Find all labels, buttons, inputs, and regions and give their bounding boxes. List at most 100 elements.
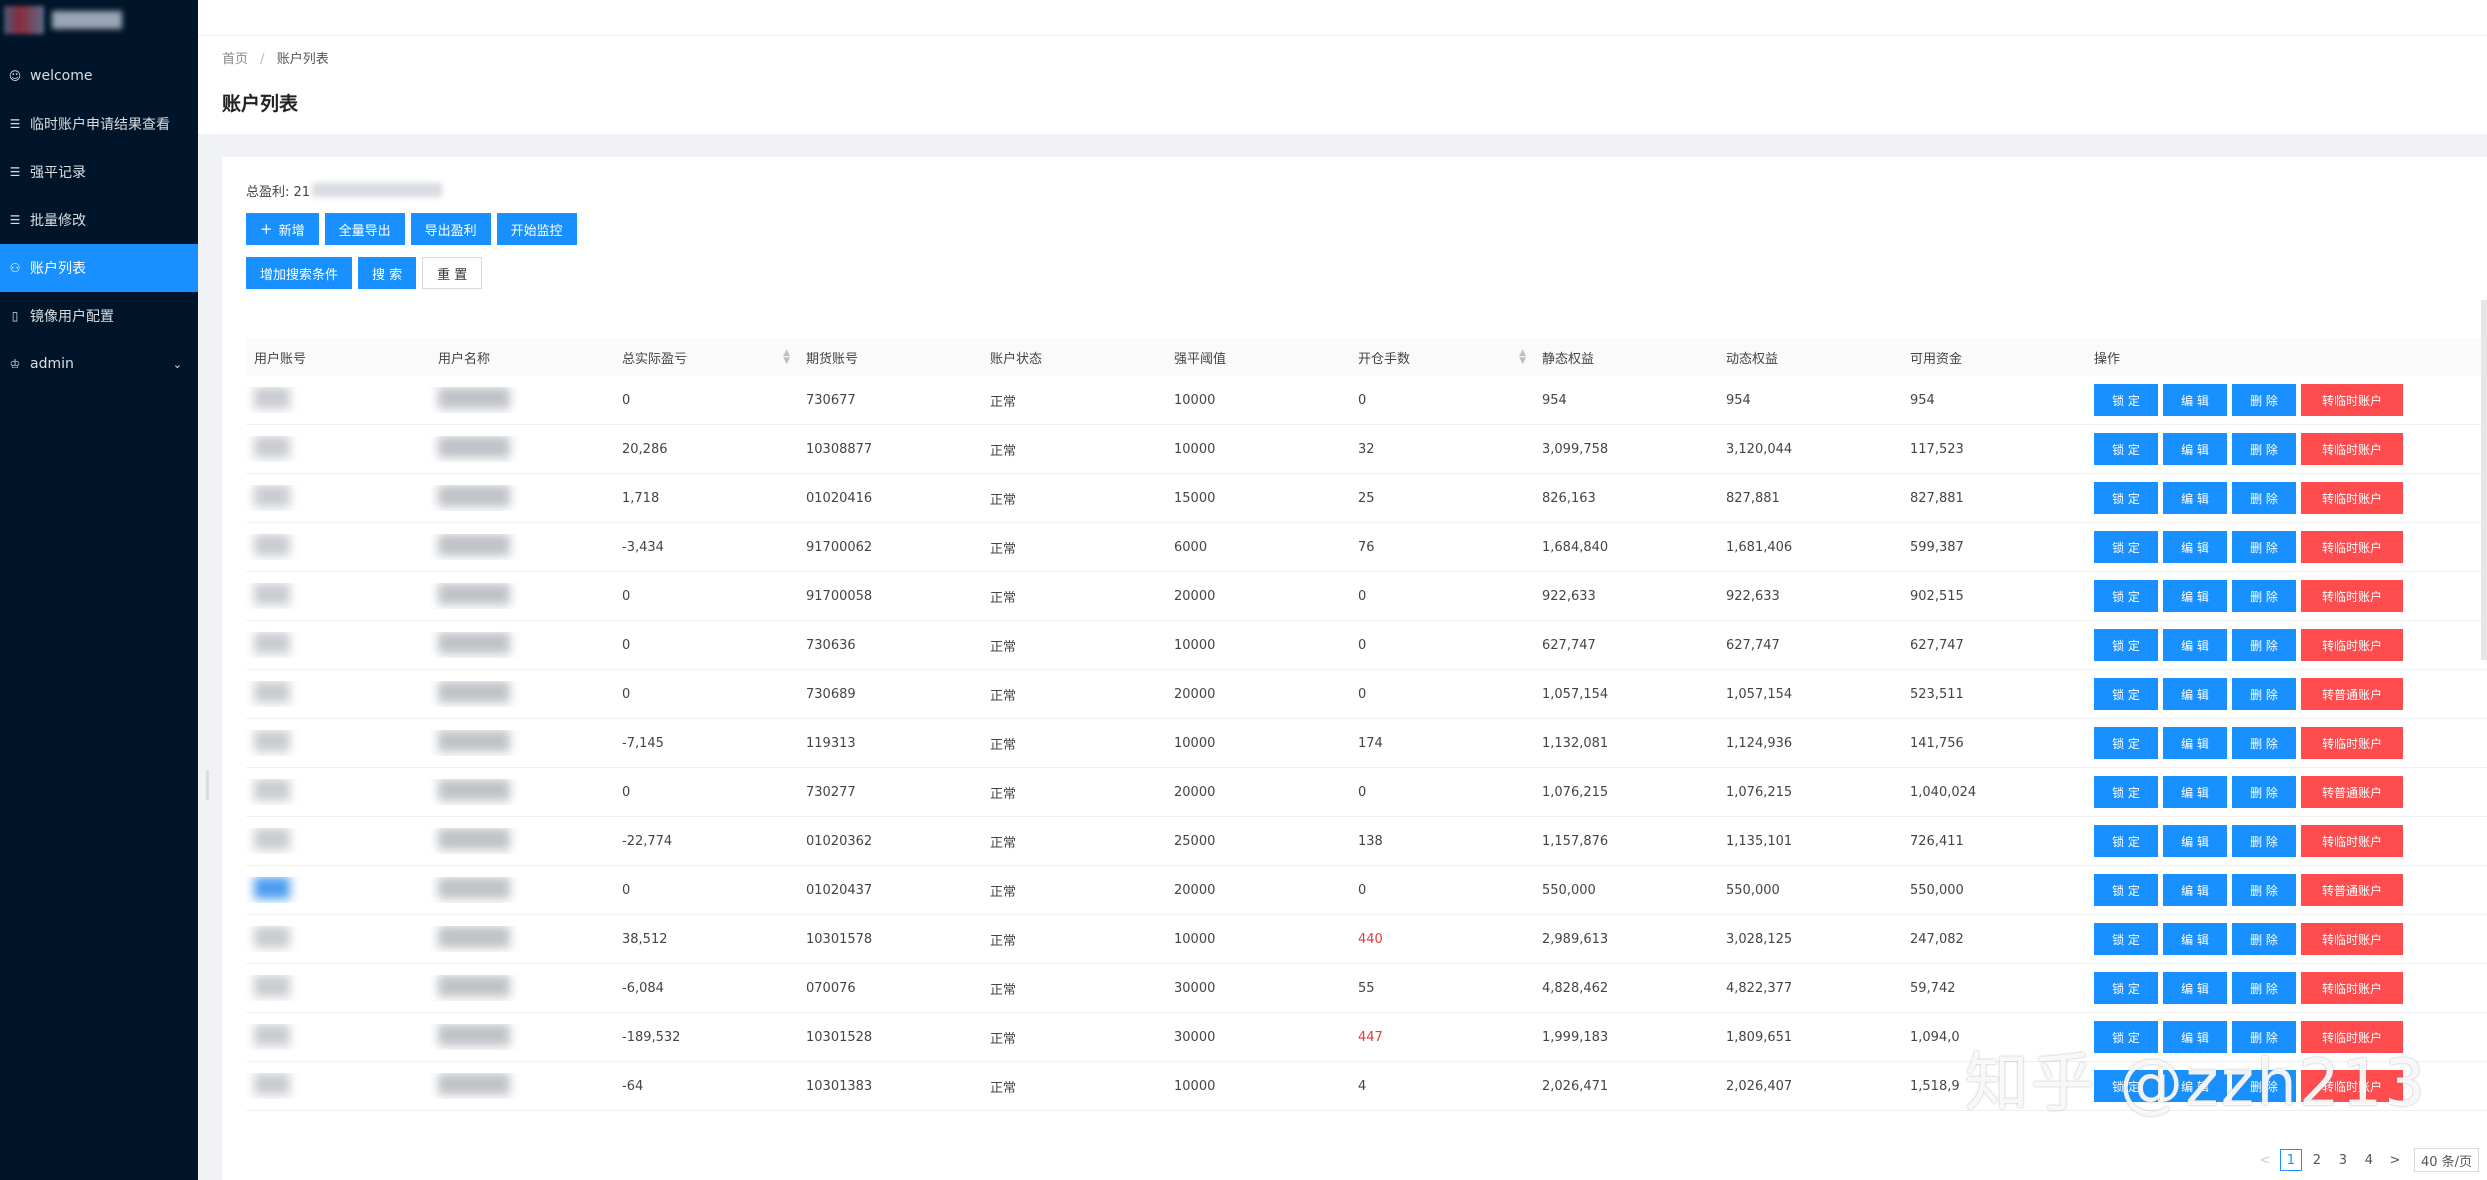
threshold-cell: 10000 xyxy=(1174,392,1216,408)
futures-account-cell: 10301578 xyxy=(806,931,873,947)
export-all-button[interactable]: 全量导出 xyxy=(324,213,405,245)
page-3[interactable]: 3 xyxy=(2332,1149,2354,1171)
delete-button[interactable]: 删 除 xyxy=(2232,678,2296,710)
sidebar-item-0[interactable]: ☺ welcome xyxy=(0,52,198,100)
sidebar-item-6[interactable]: ♔ admin ⌄ xyxy=(0,340,198,388)
available-funds-cell: 726,411 xyxy=(1910,833,1964,849)
toolbar-search: 增加搜索条件 搜 索 重 置 xyxy=(246,257,2487,289)
convert-account-button[interactable]: 转普通账户 xyxy=(2301,678,2403,710)
edit-button[interactable]: 编 辑 xyxy=(2163,384,2227,416)
search-button[interactable]: 搜 索 xyxy=(358,257,417,289)
convert-account-button[interactable]: 转临时账户 xyxy=(2301,923,2403,955)
sidebar-item-5[interactable]: ▯ 镜像用户配置 xyxy=(0,292,198,340)
lock-button[interactable]: 锁 定 xyxy=(2094,727,2158,759)
scrollbar[interactable] xyxy=(2481,300,2487,660)
convert-account-button[interactable]: 转普通账户 xyxy=(2301,776,2403,808)
delete-button[interactable]: 删 除 xyxy=(2232,874,2296,906)
sidebar-item-label: 账户列表 xyxy=(30,261,86,277)
convert-account-button[interactable]: 转临时账户 xyxy=(2301,972,2403,1004)
lock-button[interactable]: 锁 定 xyxy=(2094,482,2158,514)
sidebar-resize-handle[interactable] xyxy=(206,770,209,800)
next-page-button[interactable]: > xyxy=(2384,1149,2406,1171)
convert-account-button[interactable]: 转临时账户 xyxy=(2301,384,2403,416)
edit-button[interactable]: 编 辑 xyxy=(2163,580,2227,612)
convert-account-button[interactable]: 转临时账户 xyxy=(2301,531,2403,563)
edit-button[interactable]: 编 辑 xyxy=(2163,825,2227,857)
sidebar-item-4[interactable]: ⚇ 账户列表 xyxy=(0,244,198,292)
lock-button[interactable]: 锁 定 xyxy=(2094,384,2158,416)
delete-button[interactable]: 删 除 xyxy=(2232,825,2296,857)
lock-button[interactable]: 锁 定 xyxy=(2094,923,2158,955)
column-header-6[interactable]: 开仓手数 ▲ ▼ xyxy=(1350,348,1534,367)
threshold-cell: 20000 xyxy=(1174,588,1216,604)
status-cell: 正常 xyxy=(990,443,1017,459)
lots-cell: 0 xyxy=(1358,882,1367,898)
convert-account-button[interactable]: 转临时账户 xyxy=(2301,629,2403,661)
breadcrumb-home[interactable]: 首页 xyxy=(222,52,248,67)
sidebar-item-2[interactable]: ☰ 强平记录 xyxy=(0,148,198,196)
edit-button[interactable]: 编 辑 xyxy=(2163,629,2227,661)
page-size-select[interactable]: 40 条/页 xyxy=(2413,1148,2479,1172)
pnl-cell: -7,145 xyxy=(622,735,664,751)
sort-icon[interactable]: ▲ ▼ xyxy=(1519,349,1526,366)
convert-account-button[interactable]: 转临时账户 xyxy=(2301,482,2403,514)
edit-button[interactable]: 编 辑 xyxy=(2163,678,2227,710)
delete-button[interactable]: 删 除 xyxy=(2232,776,2296,808)
edit-button[interactable]: 编 辑 xyxy=(2163,433,2227,465)
lock-button[interactable]: 锁 定 xyxy=(2094,874,2158,906)
sidebar-menu: ☺ welcome ☰ 临时账户申请结果查看 ☰ 强平记录 ☰ 批量修改 ⚇ 账户列表 ▯ 镜像用户配… xyxy=(0,52,198,388)
add-button[interactable]: + 新增 xyxy=(246,213,319,245)
edit-button[interactable]: 编 辑 xyxy=(2163,482,2227,514)
export-profit-button[interactable]: 导出盈利 xyxy=(410,213,491,245)
edit-button[interactable]: 编 辑 xyxy=(2163,531,2227,563)
convert-account-button[interactable]: 转临时账户 xyxy=(2301,727,2403,759)
delete-button[interactable]: 删 除 xyxy=(2232,433,2296,465)
user-icon: ⚇ xyxy=(9,261,21,275)
start-monitor-button[interactable]: 开始监控 xyxy=(496,213,577,245)
total-profit-label: 总盈利: 21 xyxy=(246,184,311,200)
delete-button[interactable]: 删 除 xyxy=(2232,580,2296,612)
convert-account-button[interactable]: 转临时账户 xyxy=(2301,825,2403,857)
page-4[interactable]: 4 xyxy=(2358,1149,2380,1171)
delete-button[interactable]: 删 除 xyxy=(2232,923,2296,955)
threshold-cell: 20000 xyxy=(1174,686,1216,702)
prev-page-button[interactable]: < xyxy=(2254,1149,2276,1171)
edit-button[interactable]: 编 辑 xyxy=(2163,923,2227,955)
delete-button[interactable]: 删 除 xyxy=(2232,531,2296,563)
delete-button[interactable]: 删 除 xyxy=(2232,727,2296,759)
sidebar-item-3[interactable]: ☰ 批量修改 xyxy=(0,196,198,244)
delete-button[interactable]: 删 除 xyxy=(2232,972,2296,1004)
status-cell: 正常 xyxy=(990,1080,1017,1096)
lock-button[interactable]: 锁 定 xyxy=(2094,580,2158,612)
lock-button[interactable]: 锁 定 xyxy=(2094,678,2158,710)
delete-button[interactable]: 删 除 xyxy=(2232,384,2296,416)
edit-button[interactable]: 编 辑 xyxy=(2163,776,2227,808)
sort-icon[interactable]: ▲ ▼ xyxy=(783,349,790,366)
edit-button[interactable]: 编 辑 xyxy=(2163,727,2227,759)
lock-button[interactable]: 锁 定 xyxy=(2094,972,2158,1004)
delete-button[interactable]: 删 除 xyxy=(2232,482,2296,514)
page-2[interactable]: 2 xyxy=(2306,1149,2328,1171)
dynamic-equity-cell: 922,633 xyxy=(1726,588,1780,604)
page-1[interactable]: 1 xyxy=(2279,1149,2302,1171)
convert-account-button[interactable]: 转临时账户 xyxy=(2301,580,2403,612)
status-cell: 正常 xyxy=(990,982,1017,998)
convert-account-button[interactable]: 转临时账户 xyxy=(2301,433,2403,465)
sidebar-item-1[interactable]: ☰ 临时账户申请结果查看 xyxy=(0,100,198,148)
lock-button[interactable]: 锁 定 xyxy=(2094,825,2158,857)
column-header-4: 账户状态 xyxy=(990,351,1043,367)
lock-button[interactable]: 锁 定 xyxy=(2094,531,2158,563)
futures-account-cell: 730277 xyxy=(806,784,856,800)
lock-button[interactable]: 锁 定 xyxy=(2094,629,2158,661)
edit-button[interactable]: 编 辑 xyxy=(2163,972,2227,1004)
convert-account-button[interactable]: 转普通账户 xyxy=(2301,874,2403,906)
lock-button[interactable]: 锁 定 xyxy=(2094,433,2158,465)
futures-account-cell: 10308877 xyxy=(806,441,873,457)
main-area: 首页 / 账户列表 账户列表 总盈利: 21 + 新增 全量导出 导出盈利 开始监… xyxy=(198,0,2487,1180)
column-header-2[interactable]: 总实际盈亏 ▲ ▼ xyxy=(614,348,798,367)
edit-button[interactable]: 编 辑 xyxy=(2163,874,2227,906)
reset-button[interactable]: 重 置 xyxy=(422,257,483,289)
delete-button[interactable]: 删 除 xyxy=(2232,629,2296,661)
add-condition-button[interactable]: 增加搜索条件 xyxy=(246,257,353,289)
lock-button[interactable]: 锁 定 xyxy=(2094,776,2158,808)
